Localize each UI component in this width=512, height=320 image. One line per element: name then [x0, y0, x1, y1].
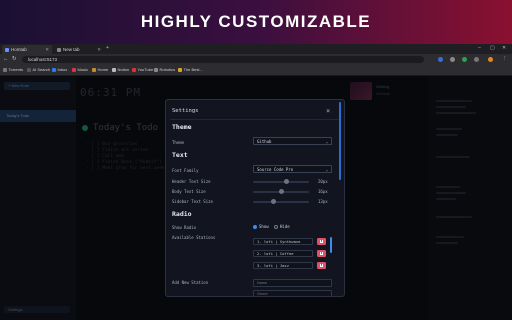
- sidebar-size-slider[interactable]: [253, 199, 309, 204]
- station-item[interactable]: 1. lofi | Synthwave: [253, 238, 313, 245]
- tab-label: Homtab: [11, 47, 27, 52]
- maximize-icon[interactable]: ▢: [490, 45, 495, 51]
- tab-favicon-icon: [57, 47, 61, 52]
- station-genre-input[interactable]: [253, 290, 332, 296]
- add-station-label: Add New Station: [172, 280, 209, 285]
- reload-icon[interactable]: ↻: [12, 56, 17, 62]
- extension-icon[interactable]: [474, 57, 479, 62]
- body-size-label: Body Text Size: [172, 189, 206, 194]
- delete-station-icon[interactable]: [317, 262, 326, 269]
- slider-knob[interactable]: [283, 179, 289, 184]
- tab-label: New tab: [63, 47, 80, 52]
- header-size-slider[interactable]: [253, 179, 309, 184]
- bookmark-item[interactable]: Robotics: [154, 67, 175, 72]
- url-field[interactable]: localhost:5173: [22, 56, 424, 63]
- radio-hide-option[interactable]: Hide: [274, 224, 290, 229]
- delete-station-icon[interactable]: [317, 238, 326, 245]
- stations-label: Available Stations: [172, 235, 216, 240]
- show-radio-label: Show Radio: [172, 225, 197, 230]
- extension-icon[interactable]: [450, 57, 455, 62]
- divider: [170, 119, 340, 120]
- body-size-slider[interactable]: [253, 189, 309, 194]
- bookmark-item[interactable]: Music: [72, 67, 88, 72]
- station-item[interactable]: 2. lofi | Coffee: [253, 250, 313, 257]
- sidebar-size-label: Sidebar Text Size: [172, 199, 213, 204]
- settings-modal: Settings × Theme Theme Github ⌄ Text Font…: [165, 99, 345, 297]
- address-bar-row: ← ↻ localhost:5173 ⋮: [0, 54, 512, 65]
- bookmark-item[interactable]: Inbox: [52, 67, 67, 72]
- close-icon[interactable]: ×: [326, 107, 330, 115]
- section-heading-theme: Theme: [172, 123, 192, 131]
- bookmark-item[interactable]: Notion: [112, 67, 129, 72]
- header-size-label: Header Text Size: [172, 179, 211, 184]
- slider-knob[interactable]: [270, 199, 276, 204]
- section-heading-radio: Radio: [172, 210, 192, 218]
- new-tab-button[interactable]: +: [106, 45, 109, 51]
- bookmarks-bar: Torrents AI Search Inbox Music Home Noti…: [0, 65, 512, 76]
- chevron-down-icon: ⌄: [325, 167, 328, 172]
- section-heading-text: Text: [172, 151, 188, 159]
- modal-scrollbar[interactable]: [339, 102, 341, 180]
- font-family-select[interactable]: Source Code Pro ⌄: [253, 165, 332, 173]
- close-tab-icon[interactable]: ✕: [97, 47, 101, 53]
- menu-icon[interactable]: ⋮: [502, 56, 508, 62]
- extension-icon[interactable]: [462, 57, 467, 62]
- profile-icon[interactable]: [488, 57, 493, 62]
- delete-station-icon[interactable]: [317, 250, 326, 257]
- window-close-icon[interactable]: ✕: [502, 45, 506, 51]
- body-size-value: 16px: [318, 189, 328, 194]
- station-item[interactable]: 3. lofi | Jazz: [253, 262, 313, 269]
- stations-scrollbar[interactable]: [330, 237, 332, 253]
- sidebar-size-value: 13px: [318, 199, 328, 204]
- close-tab-icon[interactable]: ✕: [45, 47, 49, 53]
- bookmark-item[interactable]: The Best...: [178, 67, 203, 72]
- modal-title: Settings: [172, 108, 199, 114]
- browser-tab-strip: Homtab ✕ New tab ✕ + – ▢ ✕: [0, 44, 512, 54]
- back-icon[interactable]: ←: [3, 56, 9, 62]
- theme-select[interactable]: Github ⌄: [253, 137, 332, 145]
- radio-unselected-icon: [274, 224, 278, 229]
- browser-tab[interactable]: New tab ✕: [54, 45, 104, 54]
- minimize-icon[interactable]: –: [478, 45, 481, 51]
- bookmark-item[interactable]: Torrents: [3, 67, 23, 72]
- chevron-down-icon: ⌄: [325, 139, 328, 144]
- slider-knob[interactable]: [278, 189, 284, 194]
- promo-banner: HIGHLY CUSTOMIZABLE: [0, 0, 512, 44]
- theme-label: Theme: [172, 140, 185, 145]
- radio-show-option[interactable]: Show: [253, 224, 269, 229]
- bookmark-item[interactable]: Home: [92, 67, 108, 72]
- header-size-value: 20px: [318, 179, 328, 184]
- banner-title: HIGHLY CUSTOMIZABLE: [140, 12, 372, 31]
- station-name-input[interactable]: [253, 279, 332, 287]
- browser-tab[interactable]: Homtab ✕: [2, 45, 52, 54]
- tab-favicon-icon: [5, 47, 9, 52]
- font-family-label: Font Family: [172, 168, 199, 173]
- bookmark-item[interactable]: AI Search: [27, 67, 50, 72]
- extension-icon[interactable]: [438, 57, 443, 62]
- bookmark-item[interactable]: YouTube: [132, 67, 153, 72]
- radio-selected-icon: [253, 224, 257, 229]
